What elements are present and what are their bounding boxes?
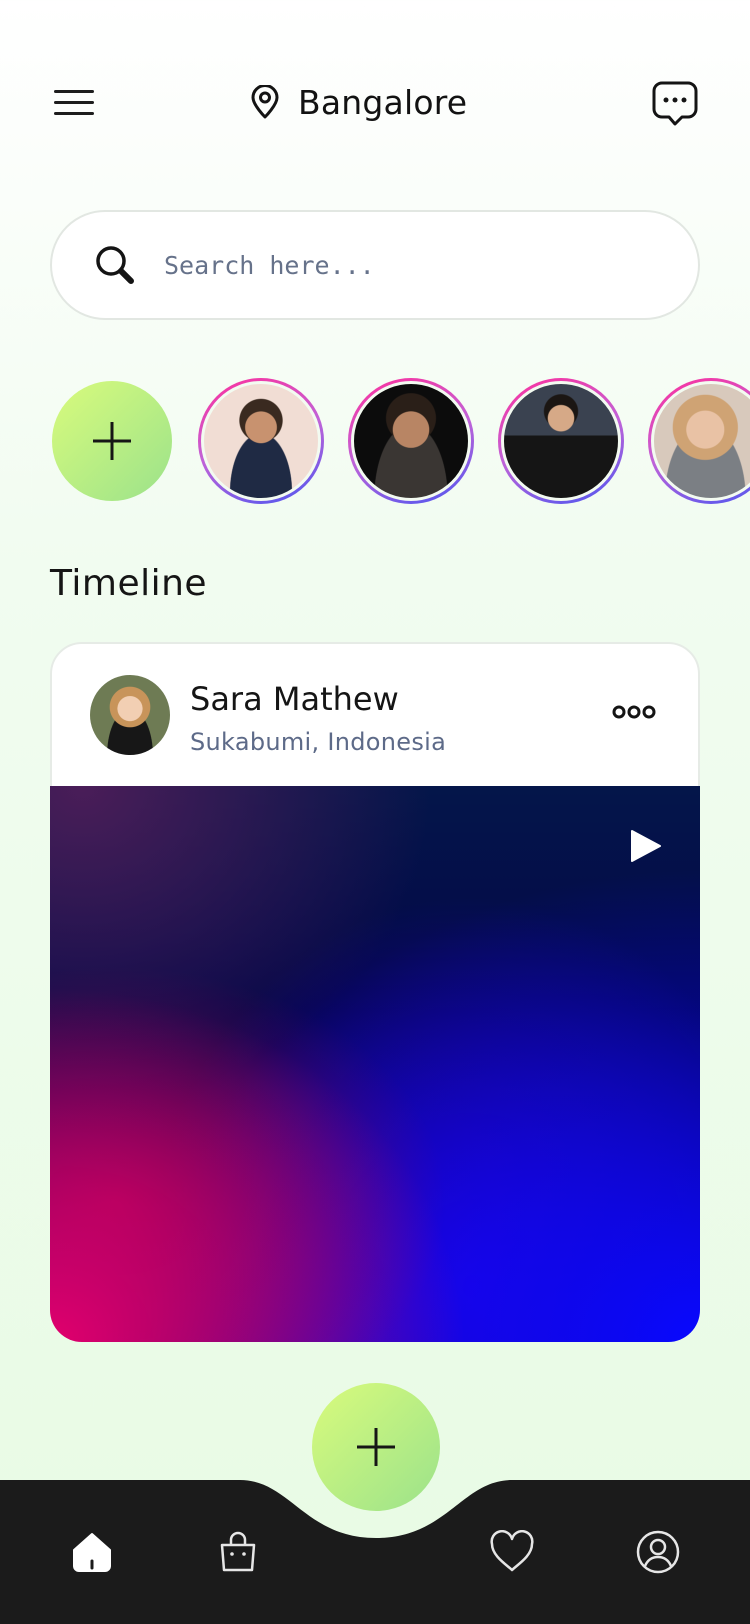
play-button[interactable] [628, 828, 664, 864]
menu-button[interactable] [54, 90, 94, 118]
plus-icon [93, 422, 131, 460]
story-avatar-2 [351, 381, 471, 501]
nav-shop[interactable] [214, 1528, 262, 1576]
plus-icon [357, 1428, 395, 1466]
story-item[interactable] [648, 378, 750, 504]
story-avatar-3 [501, 381, 621, 501]
heart-icon [490, 1530, 534, 1572]
add-story-button[interactable] [52, 381, 172, 501]
nav-home[interactable] [68, 1528, 116, 1576]
post-video[interactable] [50, 786, 700, 1342]
shopping-bag-icon [220, 1531, 256, 1572]
search-icon [96, 246, 134, 284]
story-item[interactable] [348, 378, 474, 504]
location-label: Bangalore [298, 82, 468, 122]
home-icon [73, 1533, 111, 1572]
nav-profile[interactable] [634, 1528, 682, 1576]
map-pin-icon [251, 85, 279, 119]
search-input[interactable] [164, 250, 644, 280]
avatar[interactable] [90, 675, 170, 755]
search-bar[interactable] [50, 210, 700, 320]
story-item[interactable] [198, 378, 324, 504]
post-more-button[interactable] [612, 700, 656, 724]
nav-favorites[interactable] [488, 1528, 536, 1576]
hamburger-icon [54, 90, 94, 93]
play-icon [631, 830, 661, 862]
more-dots-icon [612, 705, 656, 719]
post-location: Sukabumi, Indonesia [190, 728, 447, 756]
location-selector[interactable]: Bangalore [250, 80, 467, 124]
chat-bubble-icon [652, 81, 698, 126]
chat-button[interactable] [652, 80, 698, 126]
story-avatar-1 [201, 381, 321, 501]
section-title: Timeline [50, 563, 208, 604]
story-item[interactable] [498, 378, 624, 504]
story-avatar-4 [651, 381, 750, 501]
post-author-name[interactable]: Sara Mathew [190, 680, 399, 718]
create-post-button[interactable] [312, 1383, 440, 1511]
profile-icon [636, 1530, 680, 1574]
